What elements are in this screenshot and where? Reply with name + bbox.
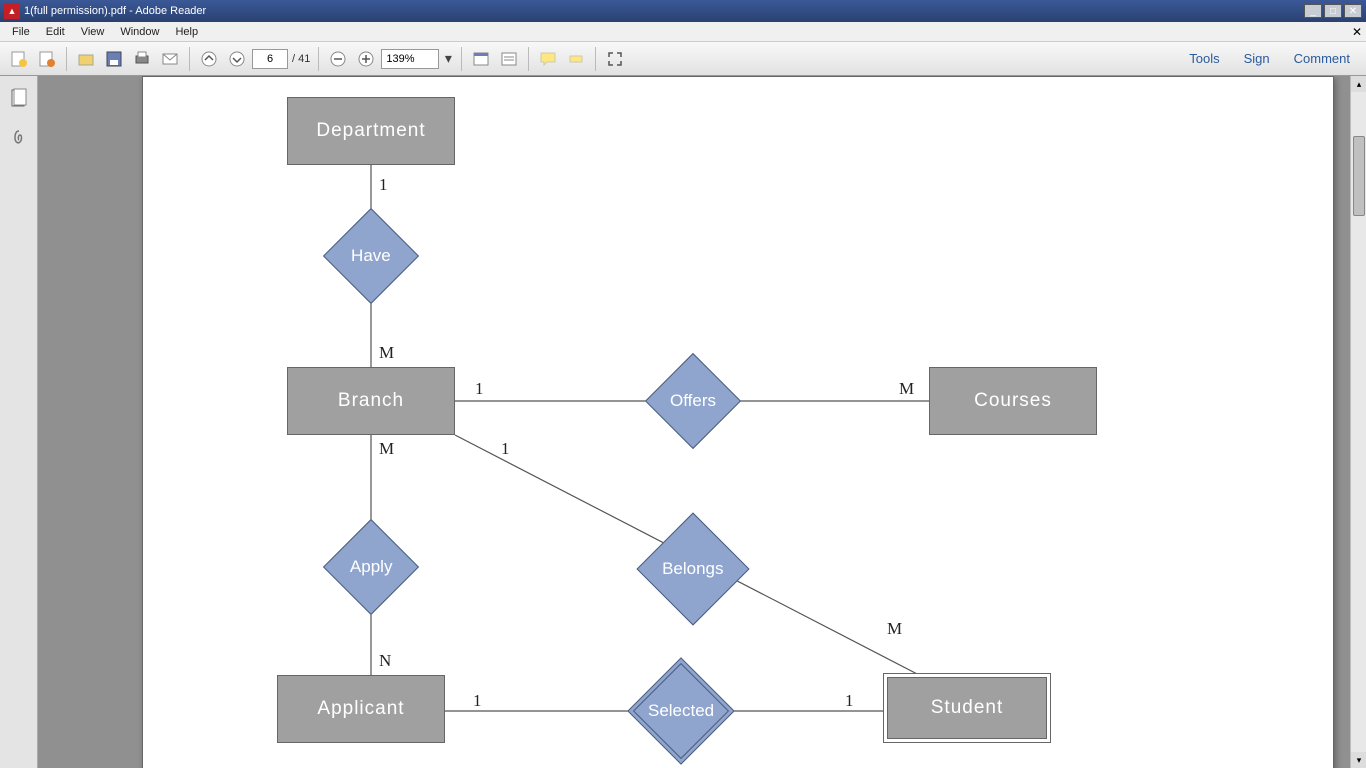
vertical-scrollbar[interactable]: ▴ ▾ bbox=[1350, 76, 1366, 768]
entity-courses: Courses bbox=[929, 367, 1097, 435]
email-icon[interactable] bbox=[157, 46, 183, 72]
menu-file[interactable]: File bbox=[4, 24, 38, 40]
cardinality: 1 bbox=[501, 439, 510, 459]
menu-view[interactable]: View bbox=[73, 24, 113, 40]
cardinality: M bbox=[899, 379, 914, 399]
window-controls: _ □ ✕ bbox=[1304, 4, 1362, 18]
toolbar: / 41 ▾ Tools Sign Comment bbox=[0, 42, 1366, 76]
pdf-page: Department Branch Courses Applicant Stud… bbox=[142, 76, 1334, 768]
minimize-button[interactable]: _ bbox=[1304, 4, 1322, 18]
sign-link[interactable]: Sign bbox=[1234, 47, 1280, 70]
attachments-icon[interactable] bbox=[5, 124, 33, 152]
export-pdf-icon[interactable] bbox=[6, 46, 32, 72]
maximize-button[interactable]: □ bbox=[1324, 4, 1342, 18]
comment-icon[interactable] bbox=[535, 46, 561, 72]
zoom-dropdown-icon[interactable]: ▾ bbox=[441, 46, 455, 72]
highlight-icon[interactable] bbox=[563, 46, 589, 72]
cardinality: 1 bbox=[845, 691, 854, 711]
cardinality: N bbox=[379, 651, 391, 671]
thumbnails-icon[interactable] bbox=[5, 84, 33, 112]
scroll-up-icon[interactable]: ▴ bbox=[1351, 76, 1366, 92]
nav-sidebar bbox=[0, 76, 38, 768]
menu-edit[interactable]: Edit bbox=[38, 24, 73, 40]
save-icon[interactable] bbox=[101, 46, 127, 72]
cardinality: M bbox=[887, 619, 902, 639]
zoom-out-icon[interactable] bbox=[325, 46, 351, 72]
entity-branch: Branch bbox=[287, 367, 455, 435]
separator bbox=[189, 47, 190, 71]
scroll-thumb[interactable] bbox=[1353, 136, 1365, 216]
relation-offers: Offers bbox=[645, 353, 741, 449]
page-number-input[interactable] bbox=[252, 49, 288, 69]
separator bbox=[66, 47, 67, 71]
page-down-icon[interactable] bbox=[224, 46, 250, 72]
entity-applicant: Applicant bbox=[277, 675, 445, 743]
cardinality: 1 bbox=[473, 691, 482, 711]
separator bbox=[461, 47, 462, 71]
print-icon[interactable] bbox=[129, 46, 155, 72]
separator bbox=[595, 47, 596, 71]
relation-belongs: Belongs bbox=[636, 512, 749, 625]
content-area: Department Branch Courses Applicant Stud… bbox=[0, 76, 1366, 768]
doc-close-button[interactable]: ✕ bbox=[1352, 25, 1362, 39]
close-button[interactable]: ✕ bbox=[1344, 4, 1362, 18]
zoom-in-icon[interactable] bbox=[353, 46, 379, 72]
entity-department: Department bbox=[287, 97, 455, 165]
separator bbox=[528, 47, 529, 71]
tool-2-icon[interactable] bbox=[496, 46, 522, 72]
toolbar-right: Tools Sign Comment bbox=[1179, 47, 1360, 70]
comment-link[interactable]: Comment bbox=[1284, 47, 1360, 70]
window-title: 1(full permission).pdf - Adobe Reader bbox=[24, 5, 1304, 17]
cardinality: 1 bbox=[475, 379, 484, 399]
er-diagram: Department Branch Courses Applicant Stud… bbox=[143, 77, 1333, 768]
separator bbox=[318, 47, 319, 71]
menu-window[interactable]: Window bbox=[112, 24, 167, 40]
app-icon: ▲ bbox=[4, 3, 20, 19]
open-icon[interactable] bbox=[73, 46, 99, 72]
cardinality: 1 bbox=[379, 175, 388, 195]
tools-link[interactable]: Tools bbox=[1179, 47, 1229, 70]
page-total-label: / 41 bbox=[290, 53, 312, 65]
menu-help[interactable]: Help bbox=[167, 24, 206, 40]
menu-bar: File Edit View Window Help ✕ bbox=[0, 22, 1366, 42]
create-pdf-icon[interactable] bbox=[34, 46, 60, 72]
entity-student: Student bbox=[883, 673, 1051, 743]
document-viewer[interactable]: Department Branch Courses Applicant Stud… bbox=[38, 76, 1366, 768]
relation-have: Have bbox=[323, 208, 419, 304]
cardinality: M bbox=[379, 439, 394, 459]
title-bar: ▲ 1(full permission).pdf - Adobe Reader … bbox=[0, 0, 1366, 22]
zoom-input[interactable] bbox=[381, 49, 439, 69]
tool-1-icon[interactable] bbox=[468, 46, 494, 72]
page-up-icon[interactable] bbox=[196, 46, 222, 72]
relation-selected: Selected bbox=[627, 657, 734, 764]
relation-apply: Apply bbox=[323, 519, 419, 615]
cardinality: M bbox=[379, 343, 394, 363]
scroll-down-icon[interactable]: ▾ bbox=[1351, 752, 1366, 768]
fullscreen-icon[interactable] bbox=[602, 46, 628, 72]
